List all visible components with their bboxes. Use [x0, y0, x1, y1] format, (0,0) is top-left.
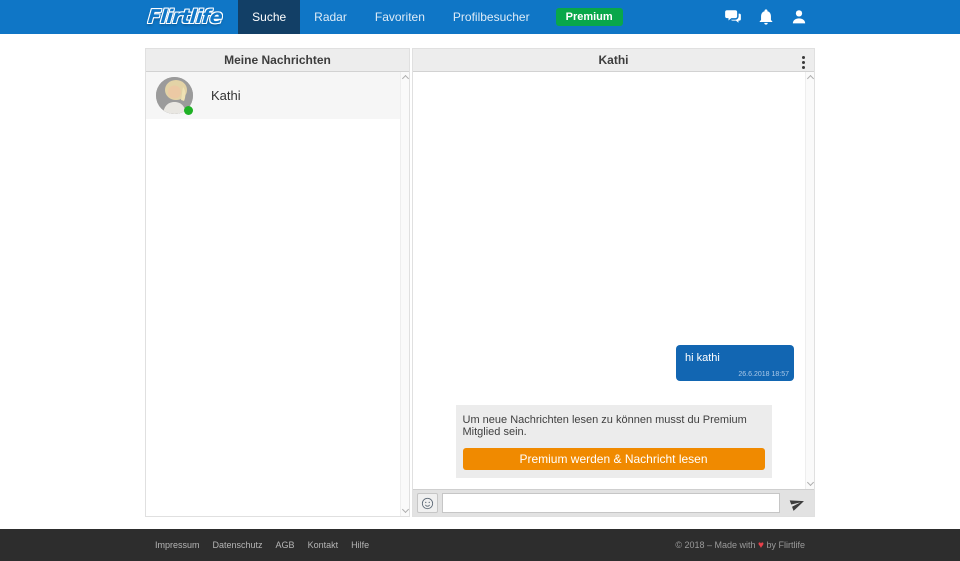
notifications-icon[interactable]	[757, 8, 775, 26]
chat-header: Kathi	[413, 49, 814, 72]
scroll-up-icon[interactable]	[807, 75, 814, 82]
send-icon	[787, 493, 806, 512]
footer-link-kontakt[interactable]: Kontakt	[308, 540, 339, 550]
conversation-name: Kathi	[211, 88, 241, 103]
footer-link-impressum[interactable]: Impressum	[155, 540, 200, 550]
top-navbar: Flirtlife Suche Radar Favoriten Profilbe…	[0, 0, 960, 34]
premium-upgrade-button[interactable]: Premium werden & Nachricht lesen	[463, 448, 765, 470]
premium-notice-text: Um neue Nachrichten lesen zu können muss…	[463, 414, 765, 438]
messenger-layout: Meine Nachrichten Kathi	[145, 48, 815, 517]
chat-scrollbar[interactable]	[805, 72, 814, 489]
emoji-button[interactable]	[417, 493, 438, 513]
nav-item-label: Profilbesucher	[453, 10, 530, 24]
footer-link-agb[interactable]: AGB	[276, 540, 295, 550]
premium-button[interactable]: Premium	[556, 8, 623, 26]
premium-notice: Um neue Nachrichten lesen zu können muss…	[456, 405, 772, 478]
conversations-header: Meine Nachrichten	[146, 49, 409, 72]
profile-icon[interactable]	[790, 8, 808, 26]
chat-title: Kathi	[599, 53, 629, 67]
scroll-down-icon[interactable]	[807, 479, 814, 486]
nav-item-radar[interactable]: Radar	[300, 0, 361, 34]
conversation-row-kathi[interactable]: Kathi	[146, 72, 409, 119]
conversations-title: Meine Nachrichten	[224, 53, 331, 67]
conversation-list-scrollbar[interactable]	[400, 72, 409, 516]
kebab-menu-icon[interactable]	[800, 54, 807, 71]
footer-link-hilfe[interactable]: Hilfe	[351, 540, 369, 550]
navbar-icons	[724, 0, 960, 34]
chat-messages-area: hi kathi 26.6.2018 18:57 Um neue Nachric…	[413, 72, 814, 489]
message-timestamp: 26.6.2018 18:57	[738, 371, 789, 378]
copyright-text: © 2018 – Made with ♥ by Flirtlife	[675, 540, 805, 551]
scroll-up-icon[interactable]	[402, 75, 409, 82]
flirtlife-logo[interactable]: Flirtlife	[147, 6, 223, 28]
message-input[interactable]	[442, 493, 780, 513]
conversations-panel: Meine Nachrichten Kathi	[145, 48, 410, 517]
conversation-list: Kathi	[146, 72, 409, 516]
message-input-bar	[413, 489, 814, 516]
nav-item-suche[interactable]: Suche	[238, 0, 300, 34]
footer-links: Impressum Datenschutz AGB Kontakt Hilfe	[155, 540, 369, 550]
avatar	[156, 77, 193, 114]
send-button[interactable]	[784, 493, 810, 513]
smiley-icon	[421, 497, 434, 510]
footer-link-datenschutz[interactable]: Datenschutz	[213, 540, 263, 550]
nav-item-favoriten[interactable]: Favoriten	[361, 0, 439, 34]
nav-item-label: Suche	[252, 10, 286, 24]
outgoing-message-bubble: hi kathi 26.6.2018 18:57	[676, 345, 794, 381]
scroll-down-icon[interactable]	[402, 506, 409, 513]
page-footer: Impressum Datenschutz AGB Kontakt Hilfe …	[0, 529, 960, 561]
nav-item-profilbesucher[interactable]: Profilbesucher	[439, 0, 544, 34]
chat-panel: Kathi hi kathi 26.6.2018 18:57 Um neue N…	[412, 48, 815, 517]
nav-item-label: Radar	[314, 10, 347, 24]
message-text: hi kathi	[685, 352, 720, 364]
nav-item-label: Favoriten	[375, 10, 425, 24]
messages-icon[interactable]	[724, 8, 742, 26]
online-status-dot	[184, 106, 193, 115]
heart-icon: ♥	[758, 540, 764, 551]
